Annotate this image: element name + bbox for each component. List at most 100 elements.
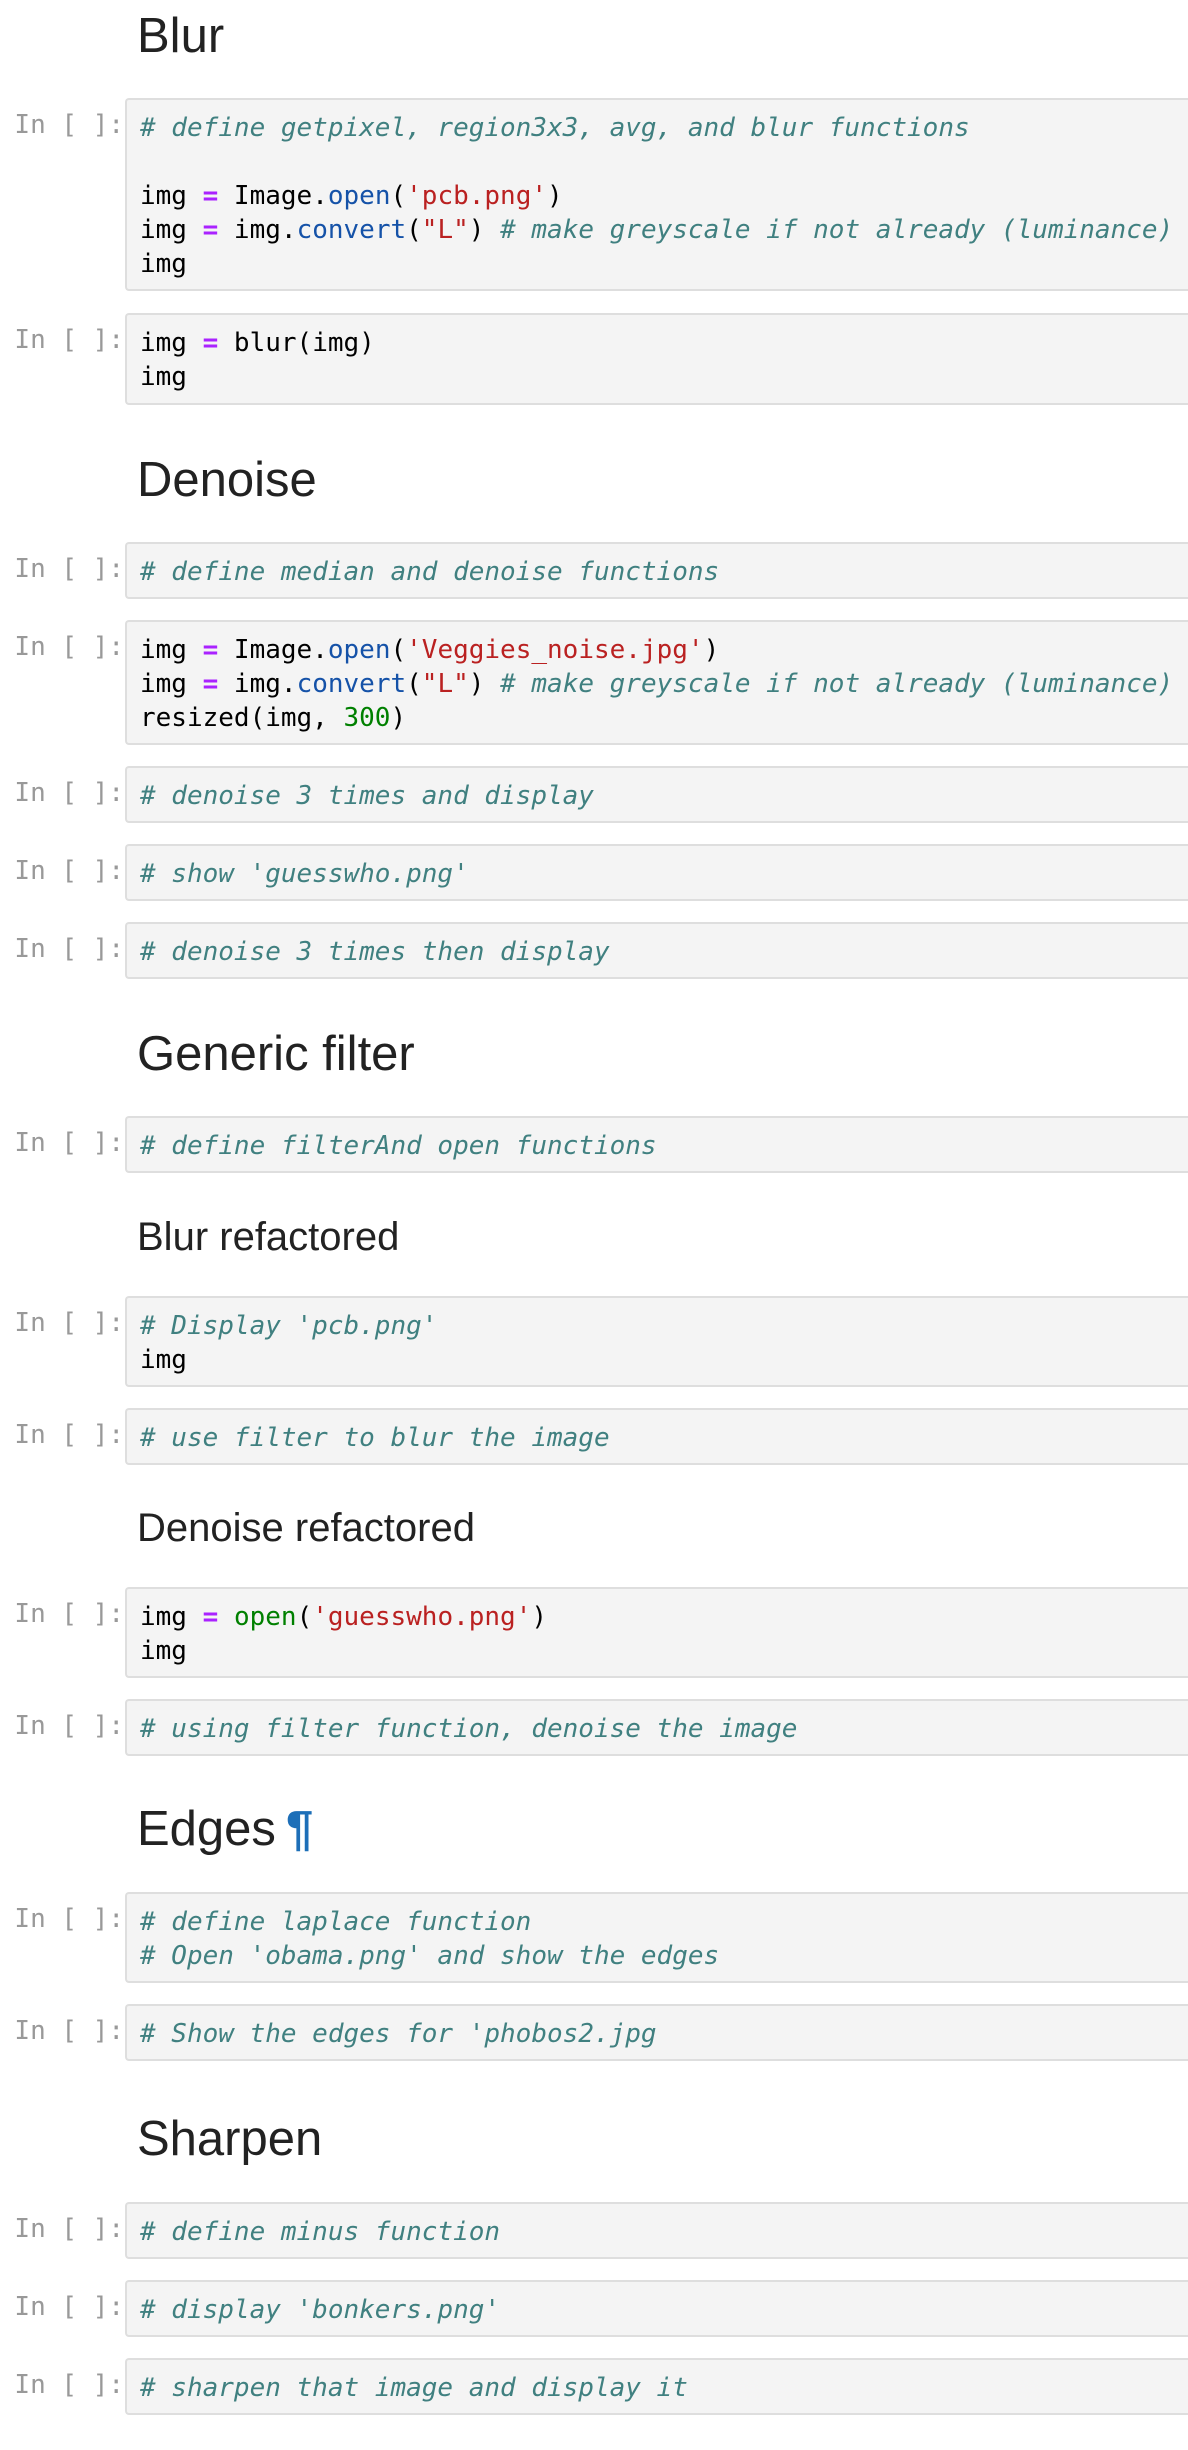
code-line: img = img.convert("L") # make greyscale … xyxy=(140,213,1188,247)
cell-prompt: In [ ]: xyxy=(14,778,124,808)
code-line: # display 'bonkers.png' xyxy=(140,2293,1188,2327)
code-line: img xyxy=(140,1634,1188,1668)
cell-prompt: In [ ]: xyxy=(14,2292,124,2322)
section-heading-blur-refactored: Blur refactored xyxy=(137,1215,400,1259)
code-cell[interactable]: # define minus function xyxy=(125,2202,1188,2259)
code-token: ( xyxy=(406,669,422,699)
code-cell[interactable]: # show 'guesswho.png' xyxy=(125,844,1188,901)
code-token: "L" xyxy=(421,215,469,245)
code-token: ) xyxy=(531,1602,548,1632)
code-token: ) xyxy=(547,181,563,211)
code-line: img = open('guesswho.png') xyxy=(140,1600,1188,1634)
code-token: 'Veggies_noise.jpg' xyxy=(406,635,704,665)
cell-prompt: In [ ]: xyxy=(14,1128,124,1158)
code-token: = xyxy=(202,328,219,358)
code-cell[interactable]: # display 'bonkers.png' xyxy=(125,2280,1188,2337)
code-token: resized(img, xyxy=(140,703,344,733)
code-token: # denoise 3 times and display xyxy=(140,781,594,811)
code-token: 300 xyxy=(343,703,391,733)
code-token: open xyxy=(327,181,391,211)
code-token: # using filter function, denoise the ima… xyxy=(140,1714,798,1744)
code-cell[interactable]: # using filter function, denoise the ima… xyxy=(125,1699,1188,1756)
cell-prompt: In [ ]: xyxy=(14,554,124,584)
code-token: = xyxy=(202,1602,219,1632)
section-title: Edges xyxy=(137,1802,276,1856)
code-token: = xyxy=(202,669,219,699)
code-token: # show 'guesswho.png' xyxy=(140,859,469,889)
cell-prompt: In [ ]: xyxy=(14,2370,124,2400)
code-cell[interactable]: img = Image.open('Veggies_noise.jpg') img… xyxy=(125,620,1188,745)
code-cell[interactable]: img = blur(img) img xyxy=(125,313,1188,405)
code-line: img = Image.open('pcb.png') xyxy=(140,179,1188,213)
code-cell[interactable]: img = open('guesswho.png') img xyxy=(125,1587,1188,1678)
code-line: # use filter to blur the image xyxy=(140,1421,1188,1455)
cell-prompt: In [ ]: xyxy=(14,1904,124,1934)
code-token: # denoise 3 times then display xyxy=(140,937,610,967)
code-cell[interactable]: # Show the edges for 'phobos2.jpg xyxy=(125,2004,1188,2061)
code-cell[interactable]: # use filter to blur the image xyxy=(125,1408,1188,1465)
code-cell[interactable]: # sharpen that image and display it xyxy=(125,2358,1188,2415)
code-cell[interactable]: # define laplace function # Open 'obama.p… xyxy=(125,1892,1188,1983)
code-cell[interactable]: # denoise 3 times and display xyxy=(125,766,1188,823)
code-line: # define getpixel, region3x3, avg, and b… xyxy=(140,111,1188,145)
pilcrow-anchor-link[interactable]: ¶ xyxy=(286,1802,313,1856)
cell-prompt: In [ ]: xyxy=(14,856,124,886)
code-token: = xyxy=(202,215,219,245)
code-cell[interactable]: # Display 'pcb.png' img xyxy=(125,1296,1188,1387)
code-line: # Display 'pcb.png' xyxy=(140,1309,1188,1343)
code-token: open xyxy=(327,635,391,665)
code-cell[interactable]: # define median and denoise functions xyxy=(125,542,1188,599)
cell-prompt: In [ ]: xyxy=(14,934,124,964)
code-token: # Show the edges for 'phobos2.jpg xyxy=(140,2019,657,2049)
code-token: 'pcb.png' xyxy=(406,181,548,211)
notebook: Blur In [ ]: # define getpixel, region3x… xyxy=(0,0,1188,2450)
code-line: # denoise 3 times then display xyxy=(140,935,1188,969)
code-token: blur(img) xyxy=(218,328,375,358)
code-token: Image. xyxy=(218,635,328,665)
code-line: img = img.convert("L") # make greyscale … xyxy=(140,667,1188,701)
cell-prompt: In [ ]: xyxy=(14,325,124,355)
code-line: # sharpen that image and display it xyxy=(140,2371,1188,2405)
code-line: # Show the edges for 'phobos2.jpg xyxy=(140,2017,1188,2051)
code-token: # define minus function xyxy=(140,2217,501,2247)
code-cell[interactable]: # define filterAnd open functions xyxy=(125,1116,1188,1173)
cell-prompt: In [ ]: xyxy=(14,632,124,662)
code-token: convert xyxy=(296,215,407,245)
code-token: # define getpixel, region3x3, avg, and b… xyxy=(140,113,970,143)
code-cell[interactable]: # define getpixel, region3x3, avg, and b… xyxy=(125,98,1188,291)
code-token: # sharpen that image and display it xyxy=(140,2373,688,2403)
code-token: # define filterAnd open functions xyxy=(140,1131,657,1161)
code-token: img xyxy=(140,1602,203,1632)
section-heading-generic-filter: Generic filter xyxy=(137,1027,415,1081)
section-heading-denoise: Denoise xyxy=(137,453,317,507)
code-token: convert xyxy=(296,669,407,699)
code-line: img = Image.open('Veggies_noise.jpg') xyxy=(140,633,1188,667)
code-line: # define filterAnd open functions xyxy=(140,1129,1188,1163)
code-line: img xyxy=(140,1343,1188,1377)
code-token: ) xyxy=(468,215,501,245)
code-token: img. xyxy=(218,669,297,699)
code-token: = xyxy=(202,635,219,665)
code-token: img xyxy=(140,669,203,699)
code-line: resized(img, 300) xyxy=(140,701,1188,735)
code-line: img xyxy=(140,360,1188,394)
code-token: ( xyxy=(390,181,407,211)
code-line: # using filter function, denoise the ima… xyxy=(140,1712,1188,1746)
cell-prompt: In [ ]: xyxy=(14,1599,124,1629)
code-line: # define laplace function xyxy=(140,1905,1188,1939)
code-token: # Open 'obama.png' and show the edges xyxy=(140,1941,720,1971)
code-token: # use filter to blur the image xyxy=(140,1423,610,1453)
code-line: # Open 'obama.png' and show the edges xyxy=(140,1939,1188,1973)
code-token: # make greyscale if not already (luminan… xyxy=(500,669,1174,699)
code-token: # define median and denoise functions xyxy=(140,557,720,587)
code-token: img xyxy=(140,249,187,279)
code-token: 'guesswho.png' xyxy=(312,1602,532,1632)
code-cell[interactable]: # denoise 3 times then display xyxy=(125,922,1188,979)
code-token: # Display 'pcb.png' xyxy=(140,1311,438,1341)
code-token: ( xyxy=(406,215,422,245)
code-token: ( xyxy=(390,635,407,665)
code-line: img xyxy=(140,247,1188,281)
code-token: "L" xyxy=(421,669,469,699)
